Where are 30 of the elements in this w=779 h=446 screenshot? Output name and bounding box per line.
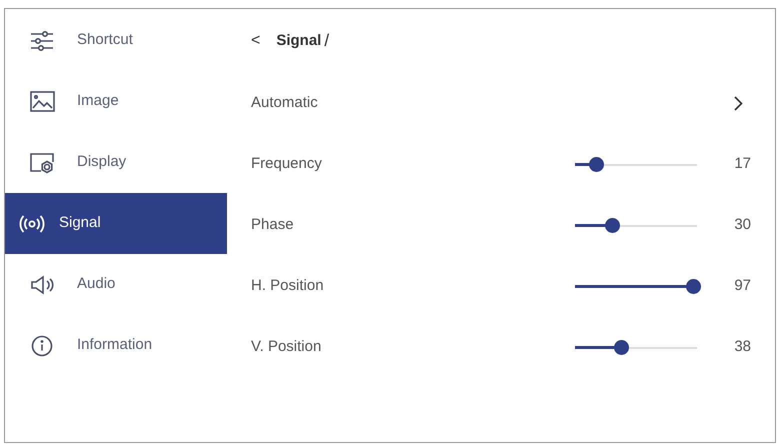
slider-thumb[interactable] [614,340,630,354]
image-icon [30,91,54,112]
speaker-icon [30,274,54,294]
sidebar-item[interactable]: Image [5,71,227,132]
info-icon [31,334,53,356]
sliders-icon [30,30,54,52]
setting-label: V. Position [251,337,322,358]
value-label: 97 [733,276,751,296]
slider-thumb[interactable] [588,156,604,172]
slider-thumb[interactable] [686,278,702,294]
setting-label: Frequency [251,154,323,174]
page-title: Signal [276,30,322,51]
sidebar-item[interactable]: Information [5,315,227,376]
slider-thumb[interactable] [604,218,620,232]
back-button[interactable]: < [251,29,260,53]
sidebar-item[interactable]: Audio [5,254,227,315]
signal-icon [19,214,45,232]
value-label: 30 [733,215,751,236]
sidebar-item[interactable]: Signal [5,193,227,254]
setting-row[interactable]: Automatic [251,73,751,134]
sidebar-item[interactable]: Display [5,132,227,193]
value-label: 38 [733,337,751,358]
value-label: 17 [733,154,751,174]
chevron-right-icon [734,96,743,111]
setting-label: H. Position [251,276,325,296]
breadcrumb-separator: / [324,30,330,52]
sidebar-item[interactable]: Shortcut [5,10,227,71]
setting-label: Automatic [251,93,319,114]
display-settings-icon [29,152,55,174]
setting-label: Phase [251,215,295,236]
